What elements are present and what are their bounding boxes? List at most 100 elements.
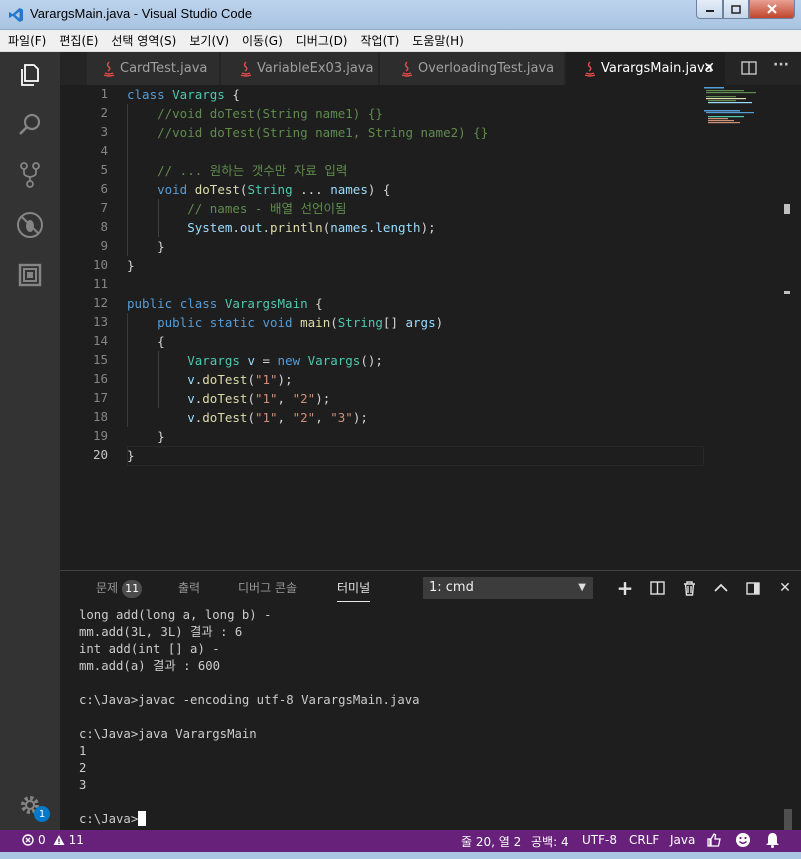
menu-go[interactable]: 이동(G)	[242, 32, 283, 49]
window-bottom-border	[0, 852, 801, 859]
line-number: 14	[92, 333, 108, 348]
trash-icon[interactable]	[673, 579, 705, 597]
code-token: length	[375, 220, 421, 235]
terminal-text: 2	[79, 761, 87, 775]
line-number: 17	[92, 390, 108, 405]
tab-overloadingtest[interactable]: OverloadingTest.java	[380, 52, 565, 85]
terminal-select[interactable]: 1: cmd ▼	[423, 577, 593, 599]
menu-selection[interactable]: 선택 영역(S)	[111, 32, 176, 49]
code-token: ,	[277, 410, 293, 425]
problems-status[interactable]: 0 11	[22, 833, 84, 847]
scrollbar-marker[interactable]	[784, 204, 790, 214]
terminal-text: c:\Java>java VarargsMain	[79, 727, 257, 741]
window-titlebar: VarargsMain.java - Visual Studio Code	[0, 0, 801, 30]
code-line: }	[127, 237, 165, 256]
close-window-button[interactable]	[749, 0, 795, 19]
code-token: Varargs	[187, 353, 240, 368]
more-actions-icon[interactable]: ···	[773, 57, 789, 76]
code-token: args	[405, 315, 436, 330]
split-editor-icon[interactable]	[741, 60, 757, 76]
tab-variableex03[interactable]: VariableEx03.java	[221, 52, 379, 85]
code-token: void	[157, 182, 195, 197]
code-token: VarargsMain	[224, 296, 308, 311]
code-token: }	[127, 258, 135, 273]
menu-edit[interactable]: 편집(E)	[59, 32, 98, 49]
bell-icon[interactable]	[765, 832, 780, 851]
code-token: }	[127, 429, 165, 444]
menu-tasks[interactable]: 작업(T)	[361, 32, 400, 49]
minimize-icon	[705, 10, 714, 12]
activity-settings[interactable]	[0, 782, 60, 828]
code-token: }	[127, 448, 135, 463]
activity-debug[interactable]	[0, 202, 60, 248]
status-bar: 0 11 줄 20, 열 2 공백: 4 UTF-8 CRLF Java	[0, 830, 801, 852]
new-terminal-icon[interactable]: +	[609, 576, 641, 600]
indentation[interactable]: 공백: 4	[531, 833, 569, 850]
code-line: }	[127, 427, 165, 446]
tab-output[interactable]: 출력	[178, 579, 200, 596]
menu-view[interactable]: 보기(V)	[189, 32, 229, 49]
activity-extensions[interactable]	[0, 252, 60, 298]
code-token: doTest	[194, 182, 240, 197]
language-mode[interactable]: Java	[670, 833, 695, 847]
line-number: 10	[92, 257, 108, 272]
extensions-icon	[18, 263, 42, 287]
maximize-button[interactable]	[723, 0, 749, 19]
code-token: v	[187, 391, 195, 406]
code-line: v.doTest("1", "2");	[127, 389, 330, 408]
code-token: String	[337, 315, 383, 330]
code-line: }	[127, 446, 135, 465]
code-token: v	[247, 353, 255, 368]
code-token: );	[315, 391, 331, 406]
tab-varargsmain[interactable]: VarargsMain.java ✕	[566, 52, 726, 85]
line-number: 3	[100, 124, 108, 139]
tab-problems[interactable]: 문제 11	[96, 579, 143, 598]
end-of-line[interactable]: CRLF	[629, 833, 659, 847]
scrollbar-marker[interactable]	[784, 291, 790, 294]
tab-debug-console[interactable]: 디버그 콘솔	[238, 579, 297, 596]
smiley-icon[interactable]	[735, 832, 751, 851]
minimap[interactable]	[700, 85, 790, 145]
activity-source-control[interactable]	[0, 152, 60, 198]
tab-close-icon[interactable]: ✕	[703, 60, 715, 76]
line-number: 15	[92, 352, 108, 367]
minimize-button[interactable]	[696, 0, 723, 19]
tweet-feedback-icon[interactable]	[706, 832, 722, 851]
cursor-position[interactable]: 줄 20, 열 2	[461, 833, 521, 850]
code-token: doTest	[202, 391, 248, 406]
line-number: 19	[92, 428, 108, 443]
code-token: }	[127, 239, 165, 254]
code-token: ,	[315, 410, 331, 425]
file-encoding[interactable]: UTF-8	[582, 833, 617, 847]
tab-cardtest[interactable]: CardTest.java	[87, 52, 220, 85]
code-token: .	[262, 220, 271, 235]
chevron-up-icon[interactable]	[705, 579, 737, 597]
split-terminal-icon[interactable]	[641, 579, 673, 597]
code-line: v.doTest("1");	[127, 370, 292, 389]
code-token: Varargs	[307, 353, 361, 368]
source-control-icon	[20, 162, 40, 188]
menu-bar: 파일(F) 편집(E) 선택 영역(S) 보기(V) 이동(G) 디버그(D) …	[0, 30, 801, 52]
toggle-panel-icon[interactable]	[737, 579, 769, 597]
problems-count-badge: 11	[122, 580, 143, 598]
terminal-line: long add(long a, long b) -	[79, 607, 272, 624]
activity-explorer[interactable]	[0, 52, 60, 98]
debug-icon	[17, 212, 43, 238]
code-token: v	[187, 372, 195, 387]
terminal-line: c:\Java>	[79, 811, 147, 828]
tab-terminal[interactable]: 터미널	[337, 579, 371, 602]
close-panel-icon[interactable]: ✕	[769, 579, 801, 597]
menu-file[interactable]: 파일(F)	[8, 32, 46, 49]
code-line: void doTest(String ... names) {	[127, 180, 390, 199]
menu-help[interactable]: 도움말(H)	[412, 32, 464, 49]
code-token: )	[435, 315, 444, 330]
terminal-scrollbar[interactable]	[784, 809, 792, 830]
code-editor[interactable]: 1 2 3 4 5 6 7 8 9 10 11 12 13 14 15 16 17 18 19 20 class Va…	[60, 85, 801, 570]
activity-search[interactable]	[0, 102, 60, 148]
code-token: ...	[292, 182, 331, 197]
menu-debug[interactable]: 디버그(D)	[296, 32, 348, 49]
line-number: 18	[92, 409, 108, 424]
tab-label: OverloadingTest.java	[418, 61, 555, 76]
terminal-text: mm.add(a) 결과 : 600	[79, 659, 221, 673]
